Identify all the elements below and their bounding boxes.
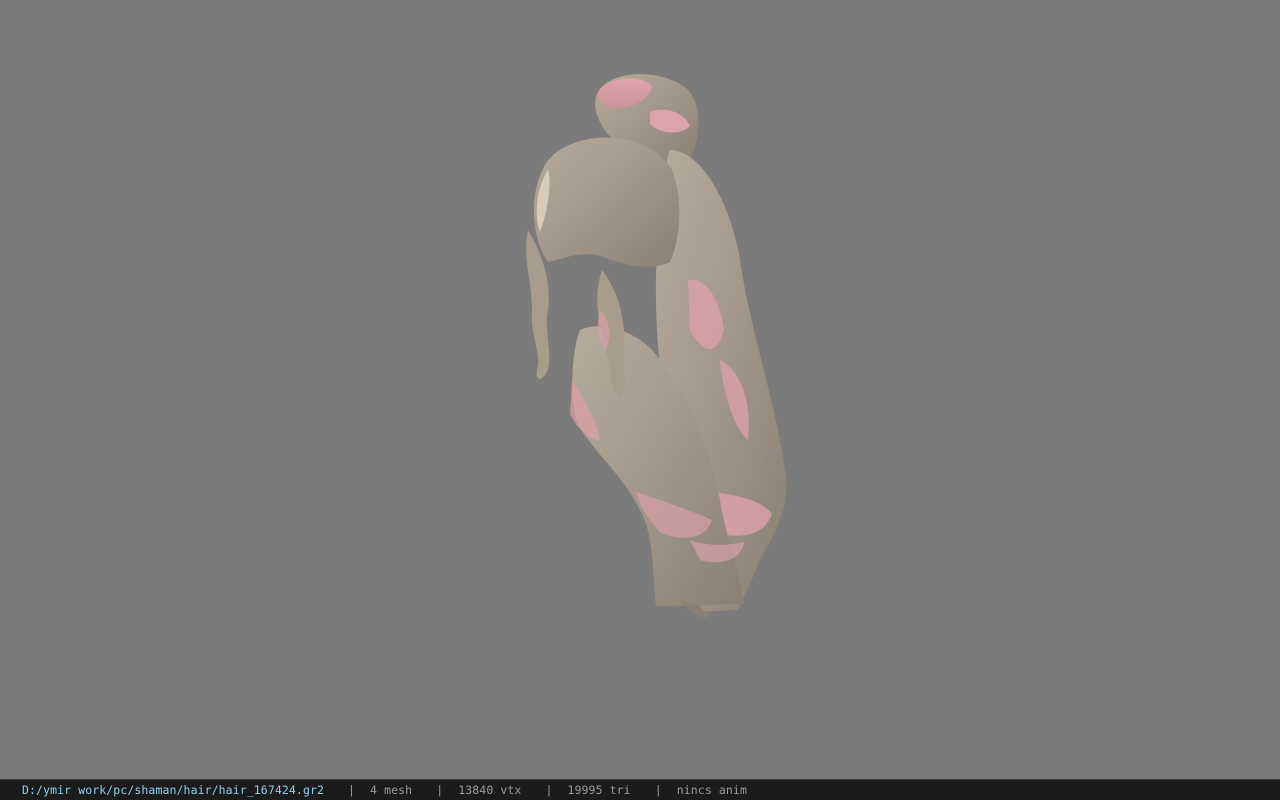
- hair-model: [526, 74, 787, 619]
- anim-status: nincs anim: [676, 783, 747, 797]
- separator: |: [545, 783, 553, 797]
- mesh-count: 4 mesh: [370, 783, 413, 797]
- 3d-viewport[interactable]: [0, 0, 1280, 779]
- separator: |: [436, 783, 444, 797]
- status-bar: D:/ymir work/pc/shaman/hair/hair_167424.…: [0, 779, 1280, 800]
- separator: |: [348, 783, 356, 797]
- file-path: D:/ymir work/pc/shaman/hair/hair_167424.…: [22, 783, 325, 797]
- triangle-count: 19995 tri: [567, 783, 631, 797]
- separator: |: [654, 783, 662, 797]
- vertex-count: 13840 vtx: [458, 783, 522, 797]
